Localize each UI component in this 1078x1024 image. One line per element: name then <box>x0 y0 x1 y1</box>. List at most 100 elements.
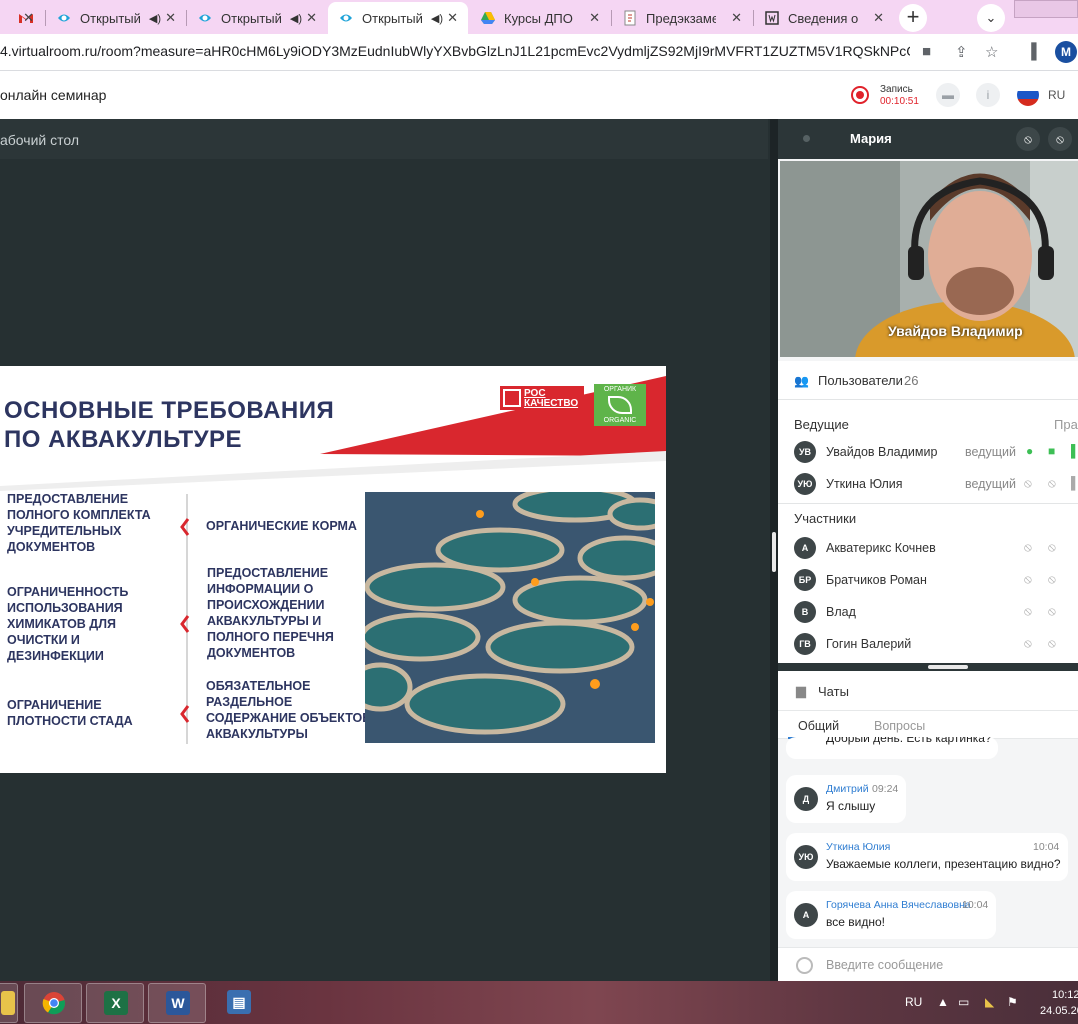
camera-off-icon[interactable]: ⦸ <box>1048 540 1056 555</box>
clock-time[interactable]: 10:12 <box>1052 989 1078 1001</box>
rights-icon[interactable]: ▌ <box>1071 444 1078 458</box>
fish-farm-photo <box>365 492 655 743</box>
speaker-icon[interactable]: ◀) <box>431 12 443 25</box>
close-icon[interactable]: ✕ <box>589 10 600 26</box>
emoji-icon[interactable] <box>796 957 813 974</box>
url-field[interactable]: 4.virtualroom.ru/room?measure=aHR0cHM6Ly… <box>0 43 910 59</box>
avatar: ГВ <box>794 633 816 655</box>
user-row[interactable]: ГВ Гогин Валерий ⦸ ⦸ <box>778 629 1078 659</box>
tray-app-icon[interactable]: ◣ <box>985 995 994 1009</box>
taskbar-chrome[interactable] <box>24 983 82 1023</box>
avatar: УЮ <box>794 845 818 869</box>
tab-info[interactable]: Сведения об ✕ <box>754 2 894 34</box>
profile-avatar[interactable]: M <box>1055 41 1077 63</box>
browser-tab-strip: ✕ Открытый ◀) ✕ Открытый ◀) ✕ Открытый ◀… <box>0 0 1078 34</box>
taskbar-doc-app[interactable]: ▤ <box>210 983 268 1023</box>
speaker-icon[interactable]: ◀) <box>149 12 161 25</box>
tab-label: Открытый <box>80 10 141 26</box>
user-row[interactable]: БР Братчиков Роман ⦸ ⦸ <box>778 565 1078 595</box>
tab-label: Открытый <box>221 10 282 26</box>
side-panel-icon[interactable]: ▐ <box>1026 43 1037 60</box>
close-icon[interactable]: ✕ <box>731 10 742 26</box>
tab-general[interactable]: Общий <box>798 719 839 733</box>
close-icon[interactable]: ✕ <box>873 10 884 26</box>
user-name: Гогин Валерий <box>826 637 912 651</box>
tab-label: Открытый <box>362 10 423 26</box>
message-text: Добрый день. Есть картинка? <box>826 737 992 745</box>
rights-icon[interactable]: ▌ <box>1071 476 1078 490</box>
window-controls[interactable] <box>1014 0 1078 18</box>
record-icon[interactable] <box>851 86 869 104</box>
camera-icon[interactable]: ■ <box>922 43 931 60</box>
tab-exam[interactable]: Предэкзаменац ✕ <box>612 2 752 34</box>
mic-off-icon[interactable]: ⦸ <box>1016 127 1040 151</box>
message-sender[interactable]: Дмитрий <box>826 783 869 795</box>
tab-virtualroom-2[interactable]: Открытый ◀) ✕ <box>187 2 327 34</box>
new-tab-button[interactable]: + <box>899 4 927 32</box>
tray-expand-icon[interactable]: ▲ <box>937 995 949 1009</box>
close-icon[interactable]: ✕ <box>23 10 34 26</box>
message-sender[interactable]: Горячева Анна Вячеславовна <box>826 899 971 911</box>
user-row[interactable]: А Акватерикс Кочнев ⦸ ⦸ <box>778 533 1078 563</box>
slide-item-feed: ОРГАНИЧЕСКИЕ КОРМА <box>206 519 357 533</box>
info-icon[interactable]: i <box>976 83 1000 107</box>
tab-drive[interactable]: Курсы ДПО ✕ <box>470 2 610 34</box>
mic-off-icon[interactable]: ⦸ <box>1024 604 1032 619</box>
avatar: А <box>794 537 816 559</box>
red-chevron-icon <box>180 705 190 723</box>
taskbar-word[interactable]: W <box>148 983 206 1023</box>
message-input[interactable]: Введите сообщение <box>826 958 943 972</box>
participants-label: Участники <box>794 511 857 526</box>
camera-off-icon[interactable]: ⦸ <box>1048 604 1056 619</box>
avatar: УЮ <box>794 473 816 495</box>
close-icon[interactable]: ✕ <box>165 10 176 26</box>
user-row[interactable]: УВ Увайдов Владимир ведущий ● ■ ▌ <box>778 437 1078 467</box>
user-name: Влад <box>826 605 856 619</box>
mic-off-icon[interactable]: ⦸ <box>1024 476 1032 491</box>
tab-virtualroom-active[interactable]: Открытый ◀) ✕ <box>328 2 468 34</box>
user-row[interactable]: УЮ Уткина Юлия ведущий ⦸ ⦸ ▌ <box>778 469 1078 499</box>
speaker-icon[interactable]: ◀) <box>290 12 302 25</box>
camera-on-icon[interactable]: ■ <box>1048 444 1055 458</box>
tray-app-icon[interactable]: ▭ <box>958 995 969 1009</box>
message-text: все видно! <box>826 915 885 929</box>
red-chevron-icon <box>180 518 190 536</box>
video-header: Мария ⦸ ⦸ <box>778 119 1078 159</box>
splitter-handle[interactable] <box>772 532 776 572</box>
tab-questions[interactable]: Вопросы <box>874 719 925 733</box>
chat-compose[interactable]: Введите сообщение <box>778 947 1078 981</box>
mic-on-icon[interactable]: ● <box>1026 444 1033 458</box>
tab-gmail[interactable]: ✕ <box>0 2 44 34</box>
chat-bubble-icon: ▆ <box>796 683 806 698</box>
close-icon[interactable]: ✕ <box>306 10 317 26</box>
flag-notification-icon[interactable]: ⚑ <box>1007 995 1018 1009</box>
russia-flag-icon[interactable] <box>1017 84 1039 106</box>
message-sender[interactable]: Уткина Юлия <box>826 841 890 853</box>
slide-item-chemicals: ОГРАНИЧЕННОСТЬ ИСПОЛЬЗОВАНИЯ ХИМИКАТОВ Д… <box>7 585 129 663</box>
mic-off-icon[interactable]: ⦸ <box>1024 636 1032 651</box>
folder-icon[interactable]: ▬ <box>936 83 960 107</box>
desktop-title: абочий стол <box>0 119 768 159</box>
close-icon[interactable]: ✕ <box>447 10 458 26</box>
clock-date[interactable]: 24.05.20 <box>1040 1005 1078 1017</box>
camera-off-icon[interactable]: ⦸ <box>1048 636 1056 651</box>
keyboard-language[interactable]: RU <box>905 995 922 1009</box>
camera-off-icon[interactable]: ⦸ <box>1048 572 1056 587</box>
camera-off-icon[interactable]: ⦸ <box>1048 476 1056 491</box>
taskbar-file-explorer[interactable] <box>0 983 18 1023</box>
tab-virtualroom-1[interactable]: Открытый ◀) ✕ <box>46 2 186 34</box>
doc-icon <box>624 10 636 26</box>
user-row[interactable]: В Влад ⦸ ⦸ <box>778 597 1078 627</box>
video-caption: Увайдов Владимир <box>888 323 1023 339</box>
tab-search-chevron-icon[interactable]: ⌄ <box>977 4 1005 32</box>
share-icon[interactable]: ⇪ <box>955 43 968 61</box>
language-selector[interactable]: RU <box>1048 88 1065 102</box>
camera-off-icon[interactable]: ⦸ <box>1048 127 1072 151</box>
organic-logo: ОРГАНИК ORGANIC <box>594 384 646 426</box>
bookmark-star-icon[interactable]: ☆ <box>985 43 998 61</box>
avatar: УВ <box>794 441 816 463</box>
taskbar-excel[interactable]: X <box>86 983 144 1023</box>
panel-resize-bar[interactable] <box>778 663 1078 671</box>
mic-off-icon[interactable]: ⦸ <box>1024 572 1032 587</box>
mic-off-icon[interactable]: ⦸ <box>1024 540 1032 555</box>
